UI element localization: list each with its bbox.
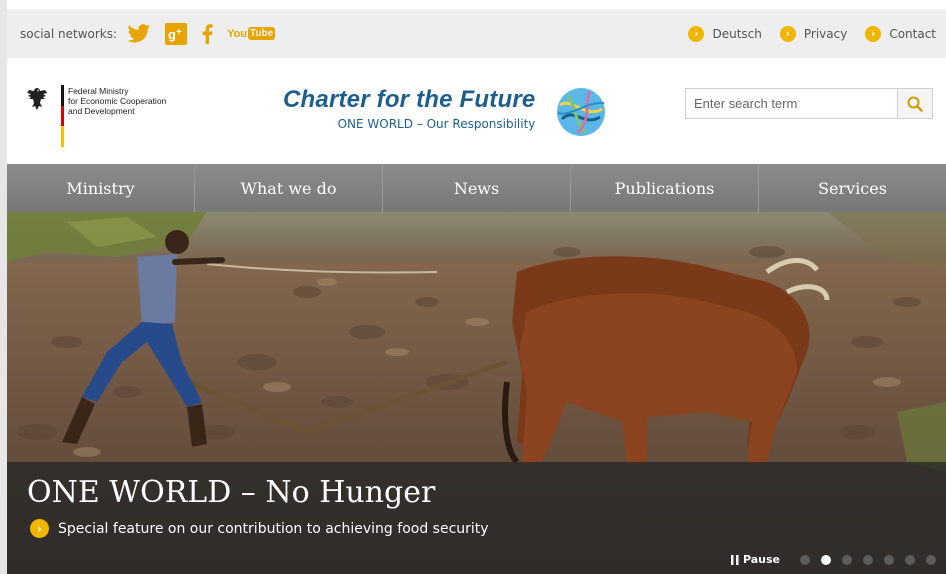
pause-button[interactable]: Pause: [730, 553, 780, 566]
link-deutsch-label: Deutsch: [712, 26, 762, 41]
facebook-icon[interactable]: [201, 23, 213, 44]
slider-controls: Pause: [730, 553, 936, 566]
pause-icon: [730, 554, 739, 565]
link-privacy[interactable]: › Privacy: [779, 25, 848, 42]
slide-dot-6[interactable]: [905, 554, 915, 565]
search-icon: [907, 96, 923, 112]
chevron-right-icon: ›: [865, 25, 882, 42]
main-navigation: Ministry What we do News Publications Se…: [7, 164, 946, 212]
slide-dot-2[interactable]: [821, 554, 831, 565]
hero-feature-link-text: Special feature on our contribution to a…: [58, 520, 489, 537]
search-input[interactable]: [686, 89, 897, 118]
youtube-tube-text: Tube: [248, 27, 276, 40]
link-contact-label: Contact: [889, 26, 936, 41]
google-plus-icon[interactable]: g +: [165, 22, 188, 45]
left-edge: [0, 0, 7, 574]
link-deutsch[interactable]: › Deutsch: [688, 25, 762, 42]
slide-dot-5[interactable]: [884, 554, 894, 565]
site-header: Federal Ministry for Economic Cooperatio…: [7, 58, 946, 164]
chevron-right-icon: ›: [30, 519, 49, 538]
nav-item-what-we-do[interactable]: What we do: [195, 164, 383, 212]
link-contact[interactable]: › Contact: [865, 25, 936, 42]
svg-text:g: g: [168, 27, 176, 42]
chevron-right-icon: ›: [688, 25, 705, 42]
slide-dot-3[interactable]: [842, 554, 852, 565]
slide-dots: [800, 554, 936, 565]
charter-subtitle: ONE WORLD – Our Responsibility: [337, 117, 536, 131]
federal-eagle-icon: [27, 88, 47, 110]
hero-feature-link[interactable]: › Special feature on our contribution to…: [30, 519, 489, 538]
youtube-icon[interactable]: You Tube: [227, 27, 276, 40]
search-box: [685, 88, 933, 119]
ministry-line-2: for Economic Cooperation: [68, 96, 167, 106]
youtube-you-text: You: [227, 27, 248, 40]
ministry-line-3: and Development: [68, 106, 135, 116]
ministry-name: Federal Ministry for Economic Cooperatio…: [68, 85, 166, 147]
charter-title: Charter for the Future: [283, 86, 536, 113]
search-button[interactable]: [897, 89, 932, 118]
slide-dot-1[interactable]: [800, 554, 810, 565]
social-icons: g + You Tube: [127, 22, 276, 45]
german-flag-bar: [61, 85, 64, 148]
utility-links: › Deutsch › Privacy › Contact: [688, 25, 936, 42]
nav-item-news[interactable]: News: [383, 164, 571, 212]
twitter-icon[interactable]: [127, 23, 151, 44]
ministry-line-1: Federal Ministry: [68, 86, 129, 96]
social-networks-label: social networks:: [20, 26, 118, 41]
slide-dot-7[interactable]: [926, 554, 936, 565]
nav-item-ministry[interactable]: Ministry: [7, 164, 195, 212]
hero-slider: ONE WORLD – No Hunger › Special feature …: [7, 212, 946, 574]
top-utility-bar: social networks: g + You Tube › Deutsch › …: [7, 9, 946, 58]
pause-label: Pause: [742, 553, 780, 566]
svg-text:+: +: [176, 27, 182, 38]
hero-caption: ONE WORLD – No Hunger › Special feature …: [7, 462, 946, 574]
chevron-right-icon: ›: [779, 25, 796, 42]
globe-logo-icon: [557, 88, 605, 136]
link-privacy-label: Privacy: [803, 26, 848, 41]
slide-dot-4[interactable]: [863, 554, 873, 565]
nav-item-publications[interactable]: Publications: [571, 164, 759, 212]
nav-item-services[interactable]: Services: [759, 164, 946, 212]
charter-banner[interactable]: Charter for the Future ONE WORLD – Our R…: [283, 86, 535, 131]
hero-title: ONE WORLD – No Hunger: [27, 475, 436, 510]
ministry-logo[interactable]: Federal Ministry for Economic Cooperatio…: [26, 85, 166, 148]
